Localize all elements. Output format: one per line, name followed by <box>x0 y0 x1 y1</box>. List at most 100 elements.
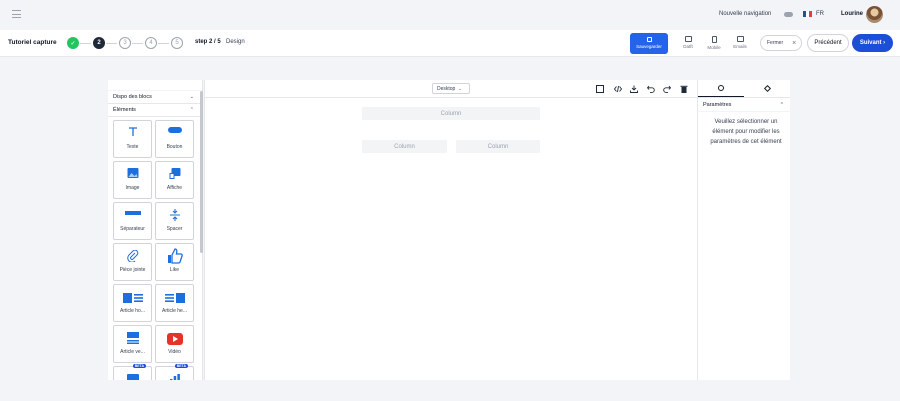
close-button-label: Fermer <box>767 40 784 46</box>
no-selection-message: Veuillez sélectionner un élément pour mo… <box>710 119 782 145</box>
element-text[interactable]: Texte <box>113 120 152 158</box>
text-icon <box>128 127 137 136</box>
save-button-label: Sauvegarder <box>636 44 662 49</box>
elements-section[interactable]: Éléments ⌃ <box>108 104 202 117</box>
step-connector <box>132 43 143 44</box>
language-selector[interactable]: FR <box>816 11 824 17</box>
step-1-done[interactable]: ✓ <box>67 37 79 49</box>
element-label: Bouton <box>166 144 183 150</box>
element-label: Pièce jointe <box>119 267 146 273</box>
save-button[interactable]: Sauvegarder <box>630 33 668 54</box>
element-beta-block[interactable]: BETA <box>113 364 152 380</box>
article-horizontal-reverse-icon <box>164 293 185 303</box>
element-beta-chart[interactable]: BETA <box>155 364 194 380</box>
canvas-toolbar: Desktop ⌄ <box>205 80 697 98</box>
elements-scrollbar[interactable] <box>200 91 203 253</box>
mobile-tool[interactable]: Mobile <box>706 36 722 50</box>
element-label: Image <box>125 185 140 191</box>
avatar[interactable] <box>866 6 883 23</box>
comment-tool[interactable]: Datft <box>680 36 696 49</box>
step-5[interactable]: 5 <box>171 37 183 49</box>
beta-badge: BETA <box>174 364 188 368</box>
button-icon <box>167 127 182 133</box>
step-5-label: 5 <box>175 40 179 46</box>
chevron-up-icon: ⌃ <box>189 107 194 113</box>
close-icon: × <box>792 39 797 47</box>
parameters-section[interactable]: Paramètres ⌃ <box>698 98 790 112</box>
step-3-label: 3 <box>123 40 127 46</box>
element-spacer[interactable]: Spacer <box>155 202 194 240</box>
blocks-layout-section[interactable]: Dispo des blocs ⌄ <box>108 91 202 104</box>
trash-icon[interactable] <box>680 85 688 93</box>
device-select-value: Desktop <box>437 85 456 92</box>
settings-panel: Paramètres ⌃ Veuillez sélectionner un él… <box>697 80 790 380</box>
element-label: Article he... <box>161 308 187 314</box>
parameters-title: Paramètres <box>703 101 732 108</box>
element-poster[interactable]: Affiche <box>155 161 194 199</box>
editor-canvas[interactable]: Desktop ⌄ Column Column Column <box>204 80 697 380</box>
element-separator[interactable]: Séparateur <box>113 202 152 240</box>
tab-layers[interactable] <box>744 80 790 97</box>
beta-badge: BETA <box>132 364 146 368</box>
element-label: Spacer <box>166 226 183 232</box>
element-article-horizontal-reverse[interactable]: Article he... <box>155 284 194 322</box>
step-2-current[interactable]: 2 <box>93 37 105 49</box>
step-connector <box>158 43 169 44</box>
canvas-column-left[interactable]: Column <box>362 140 447 153</box>
separator-icon <box>124 211 141 215</box>
download-icon[interactable] <box>630 85 638 93</box>
image-icon <box>127 168 138 178</box>
next-button[interactable]: Suivant › <box>852 34 893 52</box>
element-label: Like <box>169 267 180 273</box>
step-2-label: 2 <box>97 40 101 46</box>
elements-panel: Dispo des blocs ⌄ Éléments ⌃ Texte Bouto… <box>108 80 203 380</box>
step-3[interactable]: 3 <box>119 37 131 49</box>
step-connector <box>80 43 91 44</box>
video-icon <box>166 333 183 345</box>
tab-element-style[interactable] <box>698 80 744 97</box>
chevron-down-icon: ⌄ <box>189 94 194 100</box>
element-image[interactable]: Image <box>113 161 152 199</box>
close-button[interactable]: Fermer × <box>760 35 802 51</box>
element-article-horizontal[interactable]: Article ho... <box>113 284 152 322</box>
step-connector <box>106 43 117 44</box>
code-icon[interactable] <box>614 85 622 93</box>
article-horizontal-icon <box>122 293 143 303</box>
element-like[interactable]: Like <box>155 243 194 281</box>
comment-icon <box>684 36 692 42</box>
article-vertical-icon <box>126 332 139 344</box>
step-4[interactable]: 4 <box>145 37 157 49</box>
element-attachment[interactable]: Pièce jointe <box>113 243 152 281</box>
tutorial-title: Tutoriel capture <box>8 39 57 46</box>
emails-tool[interactable]: Emails <box>732 36 748 49</box>
user-name[interactable]: Lourine <box>841 11 863 17</box>
element-video[interactable]: Vidéo <box>155 325 194 363</box>
thumbs-up-icon <box>167 248 183 264</box>
blocks-layout-label: Dispo des blocs <box>113 94 152 100</box>
hamburger-menu-icon[interactable] <box>12 10 21 18</box>
element-button[interactable]: Bouton <box>155 120 194 158</box>
settings-tabs <box>698 80 790 98</box>
canvas-column-right[interactable]: Column <box>456 140 540 153</box>
preview-icon[interactable] <box>596 85 604 93</box>
canvas-column-full[interactable]: Column <box>362 107 540 120</box>
top-bar: Nouvelle navigation FR Lourine <box>0 0 900 30</box>
panel-header <box>108 80 202 91</box>
redo-icon[interactable] <box>663 85 671 93</box>
previous-button[interactable]: Précédent <box>807 34 849 52</box>
french-flag-icon[interactable] <box>803 11 812 17</box>
new-navigation-toggle[interactable] <box>784 12 793 17</box>
element-label: Séparateur <box>120 226 145 232</box>
device-select[interactable]: Desktop ⌄ <box>432 83 470 94</box>
mobile-icon <box>711 36 717 43</box>
comment-tool-label: Datft <box>683 44 693 49</box>
step-bar: Tutoriel capture ✓ 2 3 4 5 step 2 / 5 De… <box>0 30 900 57</box>
element-label: Article ho... <box>119 308 145 314</box>
paperclip-icon <box>126 250 138 262</box>
new-navigation-label: Nouvelle navigation <box>719 11 772 17</box>
paint-bucket-icon <box>718 85 724 91</box>
element-article-vertical[interactable]: Article ve... <box>113 325 152 363</box>
emails-tool-label: Emails <box>733 44 747 49</box>
chevron-down-icon: ⌄ <box>458 86 462 91</box>
undo-icon[interactable] <box>647 85 655 93</box>
